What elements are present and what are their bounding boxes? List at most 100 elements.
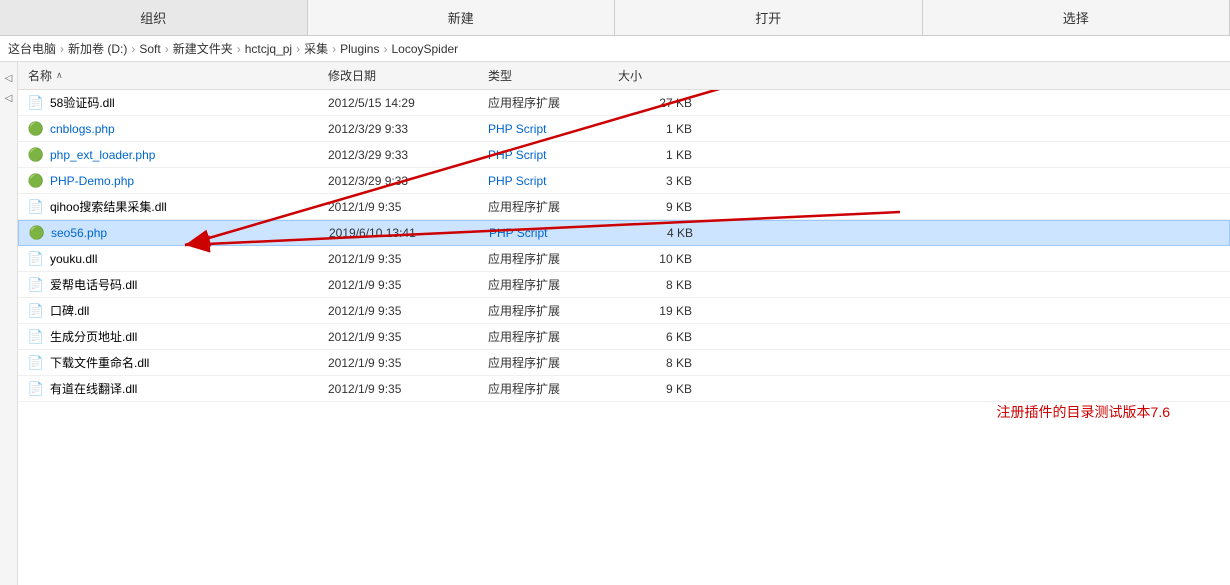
file-date: 2012/1/9 9:35 (322, 304, 482, 318)
breadcrumb-sep-2: › (165, 42, 169, 56)
table-row[interactable]: 📄 生成分页地址.dll 2012/1/9 9:35 应用程序扩展 6 KB (18, 324, 1230, 350)
file-size: 8 KB (612, 356, 712, 370)
file-size: 1 KB (612, 148, 712, 162)
table-row[interactable]: 🟢 seo56.php 2019/6/10 13:41 PHP Script 4… (18, 220, 1230, 246)
file-icon: 🟢 (28, 173, 44, 189)
file-icon: 📄 (28, 251, 44, 267)
file-size: 4 KB (613, 226, 713, 240)
table-row[interactable]: 🟢 php_ext_loader.php 2012/3/29 9:33 PHP … (18, 142, 1230, 168)
table-row[interactable]: 📄 下载文件重命名.dll 2012/1/9 9:35 应用程序扩展 8 KB (18, 350, 1230, 376)
file-icon: 🟢 (28, 121, 44, 137)
file-name-text: seo56.php (51, 226, 107, 240)
file-name-cell: 📄 youku.dll (22, 251, 322, 267)
file-type: PHP Script (482, 174, 612, 188)
table-row[interactable]: 📄 有道在线翻译.dll 2012/1/9 9:35 应用程序扩展 9 KB (18, 376, 1230, 402)
file-name-cell: 📄 有道在线翻译.dll (22, 380, 322, 397)
table-row[interactable]: 📄 58验证码.dll 2012/5/15 14:29 应用程序扩展 27 KB (18, 90, 1230, 116)
breadcrumb-item-1[interactable]: 新加卷 (D:) (68, 40, 127, 57)
breadcrumb-item-7[interactable]: LocoySpider (391, 42, 458, 56)
file-name-cell: 🟢 cnblogs.php (22, 121, 322, 137)
file-name-text: 生成分页地址.dll (50, 328, 137, 345)
breadcrumb: 这台电脑 › 新加卷 (D:) › Soft › 新建文件夹 › hctcjq_… (0, 36, 1230, 62)
file-icon: 📄 (28, 355, 44, 371)
file-icon: 📄 (28, 277, 44, 293)
file-name-text: 爱帮电话号码.dll (50, 276, 137, 293)
file-name-cell: 🟢 php_ext_loader.php (22, 147, 322, 163)
file-name-cell: 📄 58验证码.dll (22, 94, 322, 111)
file-size: 1 KB (612, 122, 712, 136)
col-header-type[interactable]: 类型 (482, 67, 612, 84)
file-date: 2012/5/15 14:29 (322, 96, 482, 110)
file-type: 应用程序扩展 (482, 250, 612, 267)
file-icon: 🟢 (29, 225, 45, 241)
file-date: 2012/1/9 9:35 (322, 330, 482, 344)
breadcrumb-sep-1: › (131, 42, 135, 56)
table-row[interactable]: 📄 qihoo搜索结果采集.dll 2012/1/9 9:35 应用程序扩展 9… (18, 194, 1230, 220)
file-type: PHP Script (483, 226, 613, 240)
toolbar: 组织 新建 打开 选择 (0, 0, 1230, 36)
file-name-text: qihoo搜索结果采集.dll (50, 198, 167, 215)
nav-arrow-down[interactable]: ◁ (3, 92, 15, 104)
file-name-text: 58验证码.dll (50, 94, 115, 111)
breadcrumb-item-0[interactable]: 这台电脑 (8, 40, 56, 57)
file-date: 2012/1/9 9:35 (322, 382, 482, 396)
left-sidebar: ◁ ◁ (0, 62, 18, 585)
breadcrumb-sep-3: › (237, 42, 241, 56)
table-row[interactable]: 🟢 PHP-Demo.php 2012/3/29 9:33 PHP Script… (18, 168, 1230, 194)
file-name-cell: 📄 生成分页地址.dll (22, 328, 322, 345)
breadcrumb-item-5[interactable]: 采集 (304, 40, 328, 57)
breadcrumb-item-6[interactable]: Plugins (340, 42, 379, 56)
file-icon: 📄 (28, 199, 44, 215)
file-size: 9 KB (612, 382, 712, 396)
sort-arrow-name: ∧ (56, 70, 63, 81)
breadcrumb-item-3[interactable]: 新建文件夹 (173, 40, 233, 57)
col-header-date[interactable]: 修改日期 (322, 67, 482, 84)
file-rows: 📄 58验证码.dll 2012/5/15 14:29 应用程序扩展 27 KB… (18, 90, 1230, 402)
toolbar-organize[interactable]: 组织 (0, 0, 308, 35)
breadcrumb-sep-4: › (296, 42, 300, 56)
file-type: PHP Script (482, 122, 612, 136)
file-name-text: php_ext_loader.php (50, 148, 155, 162)
toolbar-select[interactable]: 选择 (923, 0, 1230, 35)
file-name-cell: 📄 下载文件重命名.dll (22, 354, 322, 371)
main-content: ◁ ◁ 名称 ∧ 修改日期 类型 大小 📄 58验证码.dll (0, 62, 1230, 585)
col-header-name[interactable]: 名称 ∧ (22, 67, 322, 84)
file-type: 应用程序扩展 (482, 380, 612, 397)
file-size: 10 KB (612, 252, 712, 266)
file-type: 应用程序扩展 (482, 94, 612, 111)
file-date: 2012/3/29 9:33 (322, 122, 482, 136)
file-name-cell: 🟢 PHP-Demo.php (22, 173, 322, 189)
table-row[interactable]: 📄 口碑.dll 2012/1/9 9:35 应用程序扩展 19 KB (18, 298, 1230, 324)
file-name-text: youku.dll (50, 252, 97, 266)
file-date: 2012/3/29 9:33 (322, 174, 482, 188)
col-header-size[interactable]: 大小 (612, 67, 712, 84)
file-name-text: cnblogs.php (50, 122, 115, 136)
table-row[interactable]: 📄 爱帮电话号码.dll 2012/1/9 9:35 应用程序扩展 8 KB (18, 272, 1230, 298)
toolbar-open[interactable]: 打开 (615, 0, 923, 35)
file-size: 3 KB (612, 174, 712, 188)
nav-arrow-up[interactable]: ◁ (3, 72, 15, 84)
toolbar-new[interactable]: 新建 (308, 0, 616, 35)
file-date: 2019/6/10 13:41 (323, 226, 483, 240)
file-type: 应用程序扩展 (482, 198, 612, 215)
file-date: 2012/1/9 9:35 (322, 278, 482, 292)
breadcrumb-sep-6: › (383, 42, 387, 56)
file-type: 应用程序扩展 (482, 328, 612, 345)
file-date: 2012/1/9 9:35 (322, 200, 482, 214)
file-date: 2012/1/9 9:35 (322, 356, 482, 370)
file-list-container[interactable]: 名称 ∧ 修改日期 类型 大小 📄 58验证码.dll 2012/5/15 14… (18, 62, 1230, 585)
file-type: 应用程序扩展 (482, 302, 612, 319)
file-name-cell: 📄 口碑.dll (22, 302, 322, 319)
file-type: PHP Script (482, 148, 612, 162)
breadcrumb-sep-0: › (60, 42, 64, 56)
file-name-cell: 📄 qihoo搜索结果采集.dll (22, 198, 322, 215)
file-list-header: 名称 ∧ 修改日期 类型 大小 (18, 62, 1230, 90)
breadcrumb-item-2[interactable]: Soft (139, 42, 160, 56)
file-size: 6 KB (612, 330, 712, 344)
breadcrumb-item-4[interactable]: hctcjq_pj (245, 42, 292, 56)
table-row[interactable]: 📄 youku.dll 2012/1/9 9:35 应用程序扩展 10 KB (18, 246, 1230, 272)
file-size: 9 KB (612, 200, 712, 214)
file-name-text: PHP-Demo.php (50, 174, 134, 188)
table-row[interactable]: 🟢 cnblogs.php 2012/3/29 9:33 PHP Script … (18, 116, 1230, 142)
file-size: 27 KB (612, 96, 712, 110)
